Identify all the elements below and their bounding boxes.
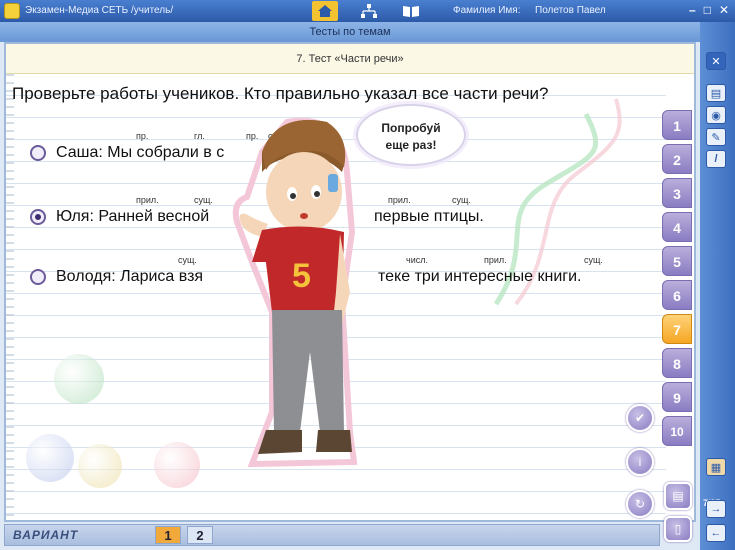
annotation: сущ. <box>194 195 213 205</box>
annotation: прил. <box>136 195 159 205</box>
question-tab-8[interactable]: 8 <box>662 348 692 378</box>
hierarchy-icon <box>361 4 377 18</box>
question-tab-9[interactable]: 9 <box>662 382 692 412</box>
radio-button-selected[interactable] <box>30 209 46 225</box>
book-button[interactable] <box>398 1 424 21</box>
arrow-left-icon: ← <box>710 527 722 539</box>
question-tab-2[interactable]: 2 <box>662 144 692 174</box>
answer-text: Володя: Лариса взя <box>56 268 204 285</box>
decorative-bubble <box>78 444 122 488</box>
hint-button[interactable]: i <box>626 448 654 476</box>
check-icon: ✔ <box>634 411 646 425</box>
decorative-bubble <box>154 442 200 488</box>
answer-option-volodya[interactable]: Володя: Лариса взя <box>30 268 203 286</box>
window-title: Экзамен-Медиа СЕТЬ /учитель/ <box>25 5 174 16</box>
annotation: прил. <box>484 255 507 265</box>
decorative-bubble <box>26 434 74 482</box>
variant-button-2[interactable]: 2 <box>187 526 213 544</box>
right-toolbar: ✕ ▤ ◉ ✎ / ▦ 7/25 → ← <box>700 22 735 550</box>
close-panel-button[interactable]: ✕ <box>706 52 726 70</box>
edit-tool-button[interactable]: ✎ <box>706 128 726 146</box>
decorative-bubble <box>54 354 104 404</box>
annotation: числ. <box>406 255 428 265</box>
variant-label: ВАРИАНТ <box>13 528 79 542</box>
arrow-right-icon: → <box>710 503 722 515</box>
shirt-number: 5 <box>292 257 311 295</box>
view-tool-button[interactable]: ◉ <box>706 106 726 124</box>
annotation: сущ. <box>452 195 471 205</box>
boy-character-illustration: 5 <box>232 117 358 468</box>
book-icon <box>403 5 419 17</box>
notepad-icon: ▯ <box>674 522 682 536</box>
radio-button[interactable] <box>30 269 46 285</box>
question-tab-4[interactable]: 4 <box>662 212 692 242</box>
pencil-square-icon: ✎ <box>711 131 721 144</box>
pen-icon: / <box>714 153 718 165</box>
check-answer-button[interactable]: ✔ <box>626 404 654 432</box>
print-button[interactable]: ▤ <box>664 482 692 510</box>
section-header: Тесты по темам <box>0 22 700 42</box>
next-button[interactable]: → <box>706 500 726 518</box>
printer-icon: ▤ <box>672 489 684 503</box>
answer-text: Саша: Мы собрали в с <box>56 144 225 161</box>
radio-button[interactable] <box>30 145 46 161</box>
notes-button[interactable]: ▯ <box>664 516 692 542</box>
book-icon: ▦ <box>710 461 722 474</box>
close-button[interactable]: ✕ <box>719 3 729 17</box>
question-tab-7[interactable]: 7 <box>662 314 692 344</box>
structure-button[interactable] <box>356 1 382 21</box>
user-label: Фамилия Имя: <box>453 5 521 16</box>
answer-text: Юля: Ранней весной <box>56 208 210 225</box>
book-tool-button[interactable]: ▦ <box>706 458 726 476</box>
question-tab-10[interactable]: 10 <box>662 416 692 446</box>
question-tab-5[interactable]: 5 <box>662 246 692 276</box>
variant-bar: ВАРИАНТ 1 2 <box>4 524 660 546</box>
test-title: 7. Тест «Части речи» <box>6 44 694 74</box>
annotation: пр. <box>136 131 149 141</box>
answer-text-tail: теке три интересные книги. <box>378 268 582 285</box>
minimize-button[interactable]: – <box>689 3 696 17</box>
previous-button[interactable]: ← <box>706 524 726 542</box>
print-tool-button[interactable]: ▤ <box>706 84 726 102</box>
title-bar: Экзамен-Медиа СЕТЬ /учитель/ Фамилия Имя… <box>0 0 735 22</box>
question-tab-3[interactable]: 3 <box>662 178 692 208</box>
app-logo-icon <box>4 3 20 19</box>
speech-bubble: Попробуй еще раз! <box>356 104 466 166</box>
answer-option-sasha[interactable]: Саша: Мы собрали в с <box>30 144 224 162</box>
pen-tool-button[interactable]: / <box>706 150 726 168</box>
question-tab-1[interactable]: 1 <box>662 110 692 140</box>
maximize-button[interactable]: □ <box>704 3 711 17</box>
retry-button[interactable]: ↻ <box>626 490 654 518</box>
annotation: гл. <box>194 131 205 141</box>
refresh-icon: ↻ <box>634 497 646 511</box>
variant-button-1[interactable]: 1 <box>155 526 181 544</box>
answer-text-tail: первые птицы. <box>374 208 484 225</box>
close-icon: ✕ <box>711 55 721 68</box>
home-button[interactable] <box>312 1 338 21</box>
question-tab-6[interactable]: 6 <box>662 280 692 310</box>
window-controls: – □ ✕ <box>689 3 729 17</box>
printer-icon: ▤ <box>710 87 722 100</box>
info-icon: i <box>638 455 642 469</box>
speech-line: еще раз! <box>385 138 437 152</box>
annotation: сущ. <box>178 255 197 265</box>
user-name: Полетов Павел <box>535 5 606 16</box>
home-icon <box>318 5 332 17</box>
annotation: прил. <box>388 195 411 205</box>
eye-icon: ◉ <box>711 109 721 122</box>
speech-line: Попробуй <box>381 121 441 135</box>
answer-option-yulia[interactable]: Юля: Ранней весной <box>30 208 209 226</box>
annotation: сущ. <box>584 255 603 265</box>
question-text: Проверьте работы учеников. Кто правильно… <box>12 84 549 103</box>
